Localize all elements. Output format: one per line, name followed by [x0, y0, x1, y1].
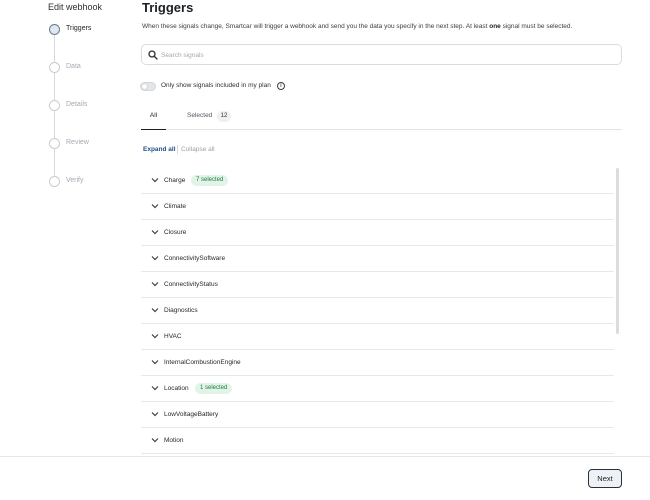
- description-text: When these signals change, Smartcar will…: [142, 23, 490, 30]
- expand-all-button[interactable]: Expand all: [143, 146, 176, 153]
- signal-list: Charge 7 selected Climate Closure Connec…: [141, 168, 614, 456]
- signal-label: InternalCombustionEngine: [164, 359, 241, 366]
- chevron-down-icon: [151, 308, 159, 313]
- chevron-down-icon: [151, 386, 159, 391]
- chevron-down-icon: [151, 412, 159, 417]
- signal-row-charge[interactable]: Charge 7 selected: [141, 168, 614, 194]
- step-connector: [54, 149, 55, 176]
- signal-row-diagnostics[interactable]: Diagnostics: [141, 298, 614, 324]
- step-pending-icon: [49, 138, 60, 149]
- step-pending-icon: [49, 100, 60, 111]
- selected-count-badge: 12: [217, 111, 231, 122]
- search-box[interactable]: [141, 44, 622, 65]
- chevron-down-icon: [151, 204, 159, 209]
- signal-label: Charge: [164, 177, 186, 184]
- signal-label: Closure: [164, 229, 187, 236]
- signal-row-hvac[interactable]: HVAC: [141, 324, 614, 350]
- step-pending-icon: [49, 176, 60, 187]
- chevron-down-icon: [151, 334, 159, 339]
- signal-label: Diagnostics: [164, 307, 198, 314]
- signal-label: Location: [164, 385, 189, 392]
- step-verify: Verify: [49, 176, 129, 190]
- signal-row-location[interactable]: Location 1 selected: [141, 376, 614, 402]
- chevron-down-icon: [151, 230, 159, 235]
- chevron-down-icon: [151, 178, 159, 183]
- tab-all[interactable]: All: [141, 112, 166, 130]
- step-details: Details: [49, 100, 129, 114]
- signal-row-connectivity-software[interactable]: ConnectivitySoftware: [141, 246, 614, 272]
- toggle-knob: [142, 84, 147, 89]
- step-active-icon: [49, 24, 60, 35]
- tab-selected[interactable]: Selected 12: [187, 111, 231, 122]
- step-label: Review: [66, 139, 89, 146]
- edit-webhook-title: Edit webhook: [48, 2, 103, 12]
- step-label: Verify: [66, 177, 84, 184]
- search-input[interactable]: [161, 48, 611, 62]
- plan-filter-toggle[interactable]: [140, 82, 156, 91]
- selected-count-badge: 7 selected: [191, 175, 229, 186]
- list-scrollbar[interactable]: [616, 168, 619, 334]
- step-data: Data: [49, 62, 129, 76]
- signal-row-motion[interactable]: Motion: [141, 428, 614, 454]
- page-description: When these signals change, Smartcar will…: [142, 23, 572, 30]
- signal-label: ConnectivitySoftware: [164, 255, 226, 262]
- signal-row-connectivity-status[interactable]: ConnectivityStatus: [141, 272, 614, 298]
- plan-filter-label: Only show signals included in my plan: [161, 82, 271, 89]
- signal-row-low-voltage-battery[interactable]: LowVoltageBattery: [141, 402, 614, 428]
- signal-label: HVAC: [164, 333, 182, 340]
- step-pending-icon: [49, 62, 60, 73]
- signal-label: LowVoltageBattery: [164, 411, 219, 418]
- collapse-all-button[interactable]: Collapse all: [181, 146, 215, 153]
- step-connector: [54, 111, 55, 138]
- step-label: Triggers: [66, 25, 92, 32]
- description-emphasis: one: [489, 23, 501, 30]
- signal-label: Motion: [164, 437, 184, 444]
- chevron-down-icon: [151, 360, 159, 365]
- step-label: Details: [66, 101, 88, 108]
- chevron-down-icon: [151, 282, 159, 287]
- signal-label: ConnectivityStatus: [164, 281, 218, 288]
- signal-tabs: All Selected 12: [141, 108, 622, 130]
- signal-row-climate[interactable]: Climate: [141, 194, 614, 220]
- signal-row-internal-combustion-engine[interactable]: InternalCombustionEngine: [141, 350, 614, 376]
- signal-label: Climate: [164, 203, 187, 210]
- search-icon: [148, 50, 158, 60]
- chevron-down-icon: [151, 256, 159, 261]
- step-connector: [54, 35, 55, 62]
- chevron-down-icon: [151, 438, 159, 443]
- page-title: Triggers: [142, 0, 194, 15]
- description-text-end: signal must be selected.: [500, 23, 573, 30]
- step-triggers[interactable]: Triggers: [49, 24, 129, 38]
- step-review: Review: [49, 138, 129, 152]
- step-label: Data: [66, 63, 81, 70]
- info-icon[interactable]: i: [277, 82, 285, 90]
- step-connector: [54, 73, 55, 100]
- footer-divider: [0, 456, 650, 457]
- signal-row-closure[interactable]: Closure: [141, 220, 614, 246]
- selected-count-badge: 1 selected: [195, 383, 233, 394]
- next-button[interactable]: Next: [588, 469, 622, 488]
- divider: [177, 145, 178, 154]
- tab-selected-label: Selected: [187, 112, 213, 119]
